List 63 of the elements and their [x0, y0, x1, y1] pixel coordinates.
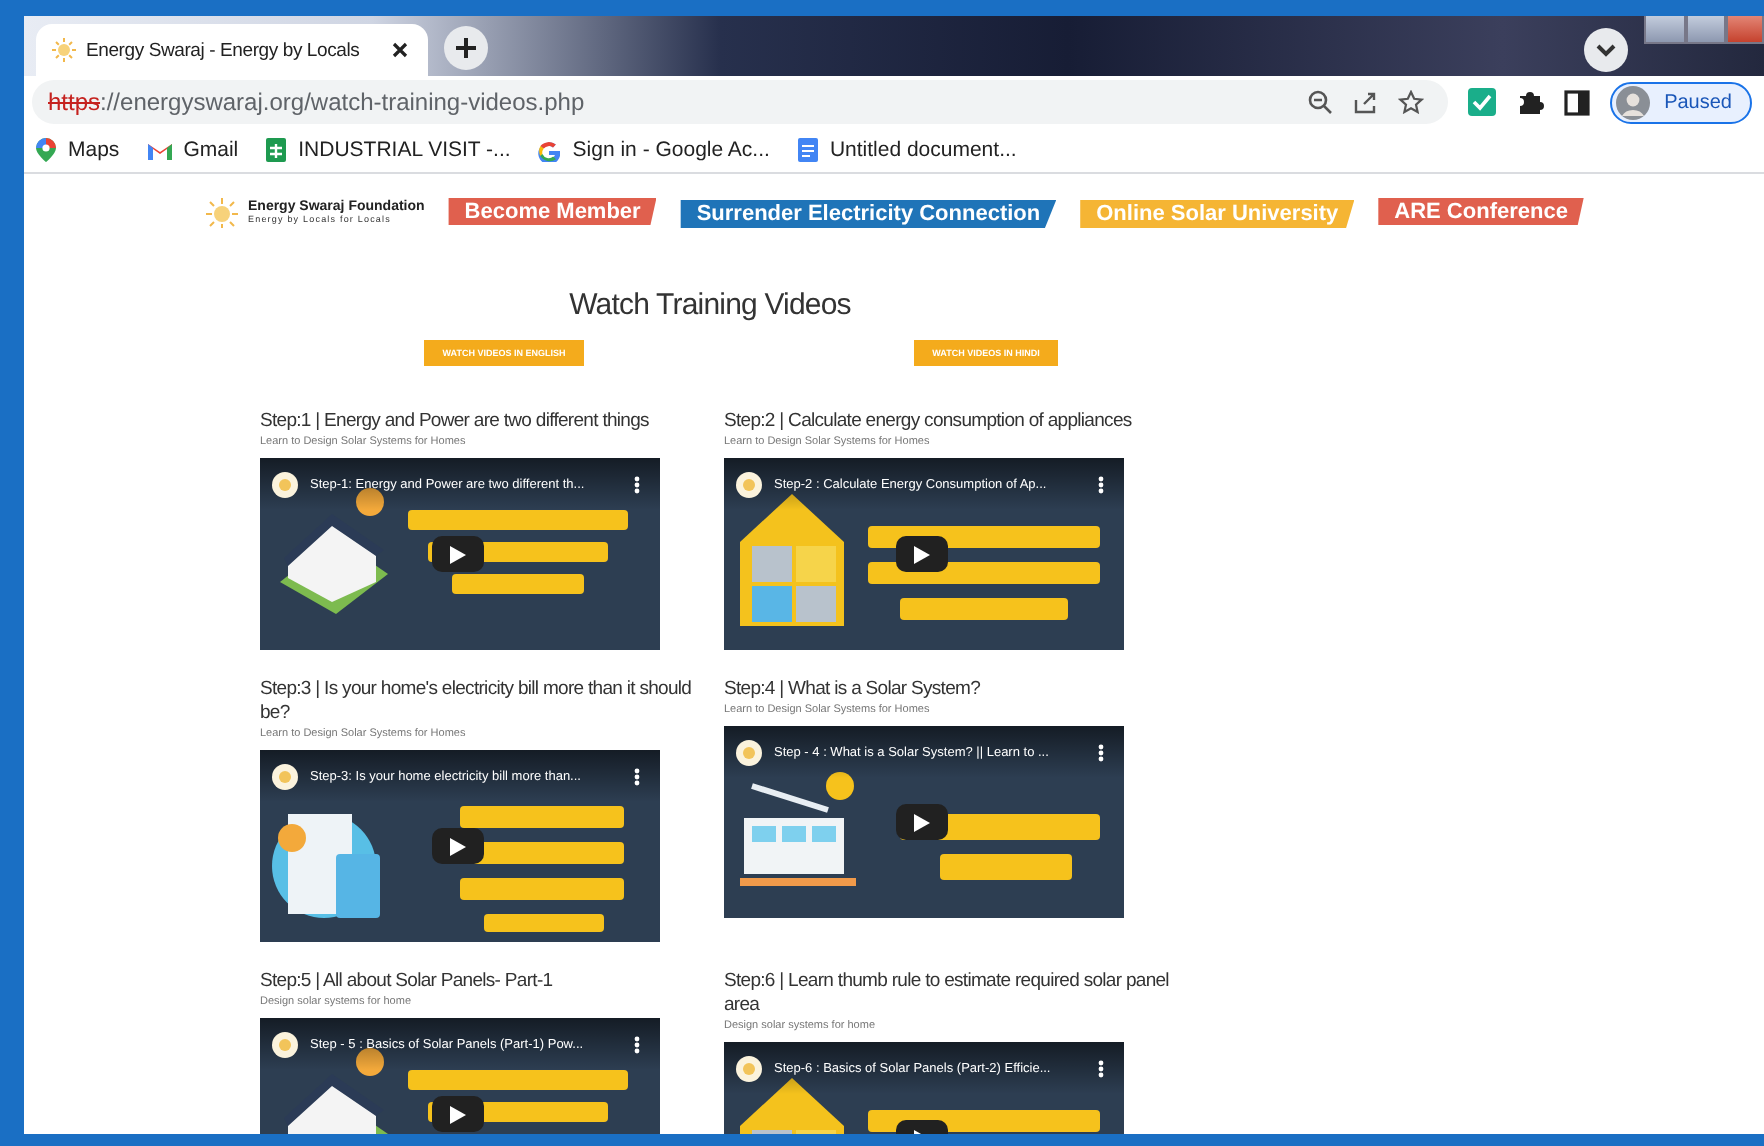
page-heading: Watch Training Videos [567, 288, 853, 322]
google-icon [538, 139, 561, 161]
mail-icon [147, 141, 172, 159]
play-icon [450, 837, 466, 855]
bookmark-link[interactable]: INDUSTRIAL VISIT -... [266, 138, 511, 162]
spreadsheet-icon [266, 138, 287, 162]
more-options-icon[interactable] [634, 475, 640, 493]
play-button[interactable] [432, 828, 484, 864]
browser-tab[interactable]: Energy Swaraj - Energy by Locals [36, 24, 428, 76]
tab-search-button[interactable] [1584, 28, 1628, 72]
bookmark-link[interactable]: Untitled document... [797, 138, 1017, 162]
map-pin-icon [36, 138, 56, 162]
channel-avatar-icon[interactable] [736, 739, 762, 765]
play-button[interactable] [896, 536, 948, 572]
new-tab-button[interactable] [444, 26, 488, 70]
puzzle-icon[interactable] [1516, 88, 1545, 116]
bookmark-link[interactable]: Maps [36, 138, 120, 162]
play-icon [914, 545, 930, 563]
tab-title: Energy Swaraj - Energy by Locals [86, 39, 362, 61]
nav-link[interactable]: Surrender Electricity Connection [680, 200, 1057, 228]
window-controls[interactable] [1644, 16, 1764, 46]
plus-icon [456, 38, 476, 58]
sun-icon [204, 195, 240, 227]
play-icon [450, 1105, 466, 1123]
channel-avatar-icon[interactable] [272, 471, 298, 497]
url-text: https://energyswaraj.org/watch-training-videos.php [48, 88, 585, 116]
video-title[interactable]: Step:6 | Learn thumb rule to estimate required solar panel area [724, 970, 1176, 1018]
play-button[interactable] [432, 536, 484, 572]
play-button[interactable] [896, 804, 948, 840]
zoom-out-icon[interactable] [1308, 90, 1333, 114]
bookmark-link[interactable]: Sign in - Google Ac... [538, 138, 770, 162]
address-bar[interactable]: https://energyswaraj.org/watch-training-videos.php [32, 80, 1449, 124]
share-icon[interactable] [1352, 90, 1379, 114]
avatar-icon [1616, 85, 1651, 119]
channel-avatar-icon[interactable] [736, 471, 762, 497]
bookmark-link[interactable]: Gmail [147, 138, 239, 162]
video-title[interactable]: Step:4 | What is a Solar System? [724, 678, 1176, 702]
video-title[interactable]: Step:1 | Energy and Power are two different things [260, 410, 712, 434]
side-panel-icon[interactable] [1564, 89, 1591, 115]
checkmark-icon[interactable] [1468, 88, 1497, 116]
close-icon [392, 42, 408, 58]
video-title[interactable]: Step:3 | Is your home's electricity bill more than it should be? [260, 678, 712, 726]
profile-button[interactable]: Paused [1610, 81, 1752, 123]
nav-link[interactable]: Become Member [448, 197, 657, 225]
more-options-icon[interactable] [1098, 1059, 1104, 1077]
chevron-down-icon [1596, 43, 1616, 57]
video-title[interactable]: Step:5 | All about Solar Panels- Part-1 [260, 970, 712, 994]
channel-avatar-icon[interactable] [272, 763, 298, 789]
document-icon [797, 138, 818, 162]
more-options-icon[interactable] [1098, 475, 1104, 493]
play-button[interactable] [432, 1096, 484, 1132]
sun-icon [52, 38, 76, 62]
more-options-icon[interactable] [1098, 743, 1104, 761]
play-icon [450, 545, 466, 563]
channel-avatar-icon[interactable] [736, 1055, 762, 1081]
close-tab-button[interactable] [388, 38, 412, 62]
nav-link[interactable]: ARE Conference [1378, 197, 1584, 225]
more-options-icon[interactable] [634, 1035, 640, 1053]
star-icon[interactable] [1398, 90, 1425, 114]
channel-avatar-icon[interactable] [272, 1031, 298, 1057]
more-options-icon[interactable] [634, 767, 640, 785]
video-title[interactable]: Step:2 | Calculate energy consumption of appliances [724, 410, 1176, 434]
play-icon [914, 813, 930, 831]
